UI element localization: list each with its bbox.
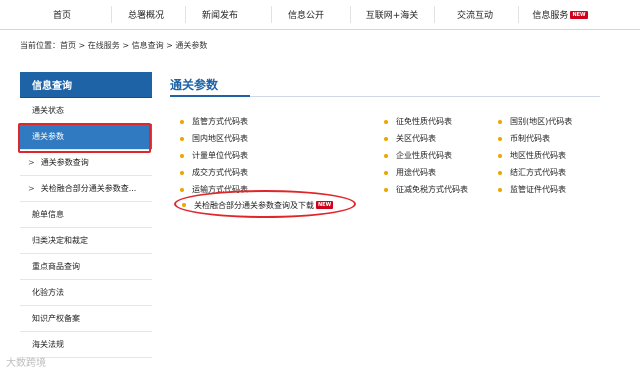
sidebar-item-label: 舱单信息 (32, 210, 64, 219)
chevron-right-icon: > (28, 184, 35, 193)
nav-disclosure[interactable]: 信息公开 (271, 0, 341, 29)
sidebar-item-label: 知识产权备案 (32, 314, 80, 323)
link-item[interactable]: 币制代码表 (498, 130, 572, 147)
nav-divider (518, 6, 519, 23)
bullet-icon (180, 153, 184, 158)
link-label: 监管证件代码表 (510, 185, 566, 194)
bullet-icon (498, 153, 502, 158)
sidebar-item-label: 通关参数 (32, 132, 64, 141)
bullet-icon (180, 136, 184, 141)
link-item[interactable]: 成交方式代码表 (180, 164, 248, 181)
nav-label: 信息公开 (287, 11, 324, 21)
link-item[interactable]: 监管证件代码表 (498, 181, 572, 198)
sidebar-item-ip-filing[interactable]: 知识产权备案 (20, 306, 152, 332)
link-label: 征免性质代码表 (396, 117, 452, 126)
bullet-icon (180, 187, 184, 192)
sidebar-item-label: 化验方法 (32, 288, 64, 297)
nav-news[interactable]: 新闻发布 (185, 0, 255, 29)
link-label: 成交方式代码表 (192, 168, 248, 177)
sidebar-item-label: 重点商品查询 (32, 262, 80, 271)
link-column: 国别(地区)代码表 币制代码表 地区性质代码表 结汇方式代码表 监管证件代码表 (498, 113, 572, 198)
sidebar-item-label: 海关法规 (32, 340, 64, 349)
sidebar-item-label: 归类决定和裁定 (32, 236, 88, 245)
bullet-icon (498, 187, 502, 192)
link-label: 监管方式代码表 (192, 117, 248, 126)
link-item[interactable]: 征免性质代码表 (384, 113, 468, 130)
nav-label: 互联网+海关 (365, 11, 419, 21)
new-badge: NEW (570, 10, 588, 19)
link-label: 关检融合部分通关参数查询及下载 (194, 200, 314, 210)
nav-label: 总署概况 (127, 11, 164, 21)
sidebar-item-key-goods[interactable]: 重点商品查询 (20, 254, 152, 280)
sidebar-header: 信息查询 (20, 72, 152, 98)
link-label: 国内地区代码表 (192, 134, 248, 143)
link-item[interactable]: 国别(地区)代码表 (498, 113, 572, 130)
link-item[interactable]: 企业性质代码表 (384, 147, 468, 164)
sidebar-item-label: 通关参数查询 (40, 158, 89, 167)
sidebar-item-manifest[interactable]: 舱单信息 (20, 202, 152, 228)
nav-label: 信息服务 (532, 11, 569, 21)
sidebar-item-classification[interactable]: 归类决定和裁定 (20, 228, 152, 254)
nav-label: 首页 (52, 11, 71, 21)
nav-info-service[interactable]: 信息服务 NEW (522, 0, 598, 29)
link-item[interactable]: 征减免税方式代码表 (384, 181, 468, 198)
bullet-icon (384, 136, 388, 141)
link-item[interactable]: 结汇方式代码表 (498, 164, 572, 181)
page-title: 通关参数 (170, 78, 219, 92)
nav-home[interactable]: 首页 (27, 0, 97, 29)
bullet-icon (384, 187, 388, 192)
sidebar-subitem-integration-params[interactable]: > 关检融合部分通关参数查... (20, 176, 152, 202)
top-navigation: 首页 总署概况 新闻发布 信息公开 互联网+海关 交流互动 信息服务 NEW (0, 0, 640, 30)
nav-internet-customs[interactable]: 互联网+海关 (350, 0, 434, 29)
link-item[interactable]: 监管方式代码表 (180, 113, 248, 130)
bullet-icon (498, 170, 502, 175)
chevron-right-icon: > (28, 158, 35, 167)
link-item[interactable]: 地区性质代码表 (498, 147, 572, 164)
bullet-icon (498, 119, 502, 124)
link-item[interactable]: 计量单位代码表 (180, 147, 248, 164)
sidebar: 信息查询 通关状态 通关参数 > 通关参数查询 > 关检融合部分通关参数查... 舱… (20, 72, 152, 358)
link-label: 征减免税方式代码表 (396, 185, 468, 194)
bullet-icon (180, 170, 184, 175)
sidebar-item-clearance-params[interactable]: 通关参数 (20, 124, 152, 150)
link-item[interactable]: 国内地区代码表 (180, 130, 248, 147)
nav-divider (434, 6, 435, 23)
link-label: 结汇方式代码表 (510, 168, 566, 177)
nav-about[interactable]: 总署概况 (111, 0, 181, 29)
link-column: 征免性质代码表 关区代码表 企业性质代码表 用途代码表 征减免税方式代码表 (384, 113, 468, 198)
nav-label: 新闻发布 (201, 11, 238, 21)
link-item[interactable]: 关区代码表 (384, 130, 468, 147)
nav-label: 交流互动 (456, 11, 493, 21)
sidebar-subitem-params-query[interactable]: > 通关参数查询 (20, 150, 152, 176)
link-label: 计量单位代码表 (192, 151, 248, 160)
link-item[interactable]: 运输方式代码表 (180, 181, 248, 198)
breadcrumb: 当前位置：首页 > 在线服务 > 信息查询 > 通关参数 (20, 41, 208, 50)
new-badge: NEW (316, 201, 334, 209)
sidebar-item-label: 关检融合部分通关参数查... (40, 184, 137, 193)
link-label: 用途代码表 (396, 168, 436, 177)
sidebar-item-lab-methods[interactable]: 化验方法 (20, 280, 152, 306)
sidebar-item-clearance-status[interactable]: 通关状态 (20, 98, 152, 124)
bullet-icon (384, 119, 388, 124)
bullet-icon (182, 203, 186, 207)
link-label: 币制代码表 (510, 134, 550, 143)
integration-params-download-link[interactable]: 关检融合部分通关参数查询及下载 NEW (182, 198, 334, 212)
bullet-icon (384, 170, 388, 175)
bullet-icon (180, 119, 184, 124)
title-divider-accent (170, 95, 250, 97)
link-label: 企业性质代码表 (396, 151, 452, 160)
link-label: 国别(地区)代码表 (510, 117, 573, 126)
sidebar-item-label: 通关状态 (32, 106, 64, 115)
bullet-icon (384, 153, 388, 158)
bullet-icon (498, 136, 502, 141)
nav-interaction[interactable]: 交流互动 (440, 0, 510, 29)
link-item[interactable]: 用途代码表 (384, 164, 468, 181)
link-label: 地区性质代码表 (510, 151, 566, 160)
link-column: 监管方式代码表 国内地区代码表 计量单位代码表 成交方式代码表 运输方式代码表 (180, 113, 248, 198)
link-label: 运输方式代码表 (192, 185, 248, 194)
watermark: 大数跨境 (6, 358, 46, 369)
link-label: 关区代码表 (396, 134, 436, 143)
